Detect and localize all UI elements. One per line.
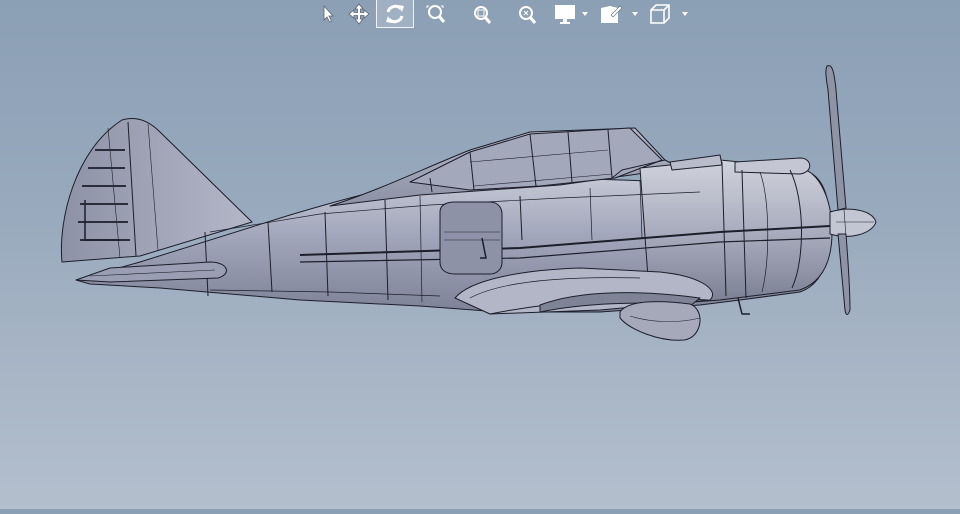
pointer-icon — [323, 4, 334, 23]
airplane-model[interactable] — [60, 65, 877, 341]
zoom-to-fit-button[interactable] — [414, 1, 460, 27]
heads-up-view-toolbar — [312, 0, 690, 28]
pan-button[interactable] — [342, 1, 376, 27]
zoom-icon — [519, 6, 537, 24]
landing-gear-fairing — [619, 301, 701, 341]
cube-icon — [650, 4, 670, 24]
rotate-icon — [386, 4, 404, 23]
display-style-dropdown[interactable] — [580, 1, 590, 27]
rotate-button[interactable] — [376, 0, 414, 28]
model-canvas[interactable] — [0, 0, 960, 509]
zoom-fit-icon — [426, 5, 446, 23]
zoom-in-out-button[interactable] — [504, 1, 550, 27]
zoom-area-icon — [474, 6, 492, 24]
monitor-icon — [555, 5, 575, 24]
chevron-down-icon — [632, 12, 638, 16]
edit-appearance-button[interactable] — [590, 1, 630, 27]
graphics-viewport[interactable] — [0, 0, 960, 509]
propeller-spinner — [829, 208, 877, 237]
edit-appearance-icon — [601, 5, 622, 23]
access-door — [439, 201, 503, 275]
propeller-blade-upper — [825, 65, 847, 211]
chevron-down-icon — [582, 12, 588, 16]
view-orientation-dropdown[interactable] — [680, 1, 690, 27]
display-style-button[interactable] — [550, 1, 580, 27]
move-arrows-icon — [348, 3, 370, 25]
propeller-blade-lower — [837, 233, 851, 315]
zoom-to-area-button[interactable] — [460, 1, 504, 27]
view-orientation-button[interactable] — [640, 1, 680, 27]
chevron-down-icon — [682, 12, 688, 16]
appearance-dropdown[interactable] — [630, 1, 640, 27]
select-button[interactable] — [312, 1, 342, 27]
